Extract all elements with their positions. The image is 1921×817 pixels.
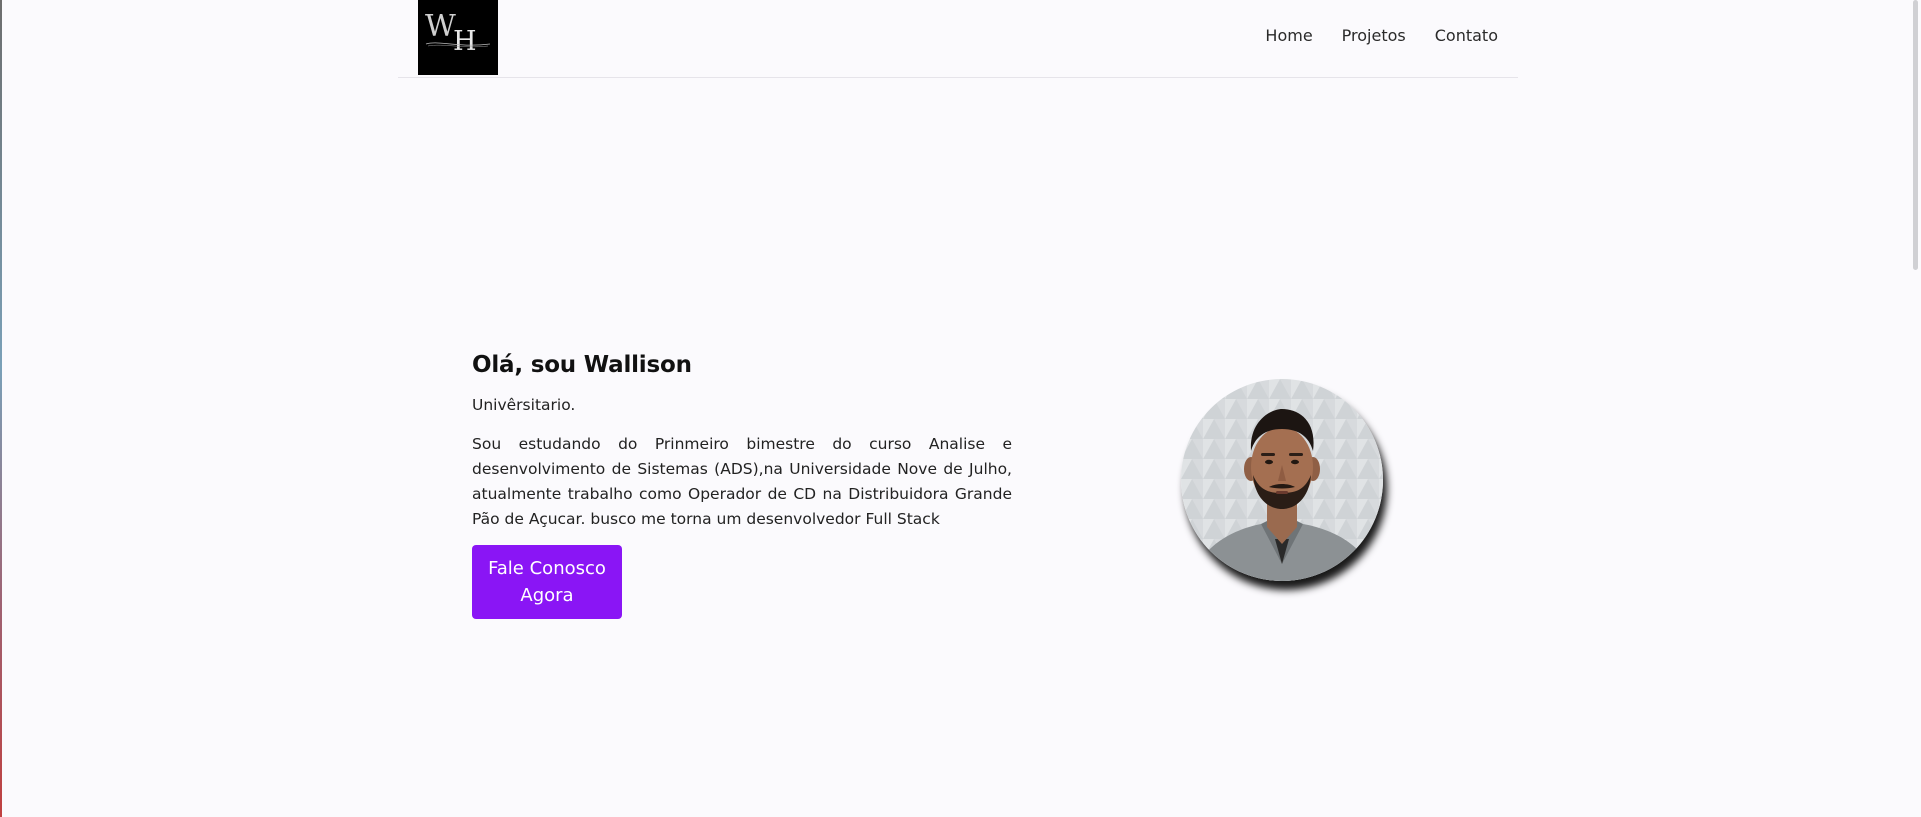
window-edge — [0, 0, 2, 817]
hero-description: Sou estudando do Prinmeiro bimestre do c… — [472, 435, 1012, 528]
page: W H Home Projetos Contato Olá, sou Walli… — [0, 0, 1921, 817]
nav-home-link[interactable]: Home — [1265, 26, 1312, 45]
site-logo[interactable]: W H — [418, 0, 498, 75]
nav-contact-link[interactable]: Contato — [1435, 26, 1498, 45]
wh-logo-icon: W H — [418, 0, 498, 75]
hero-title: Olá, sou Wallison — [472, 352, 692, 378]
svg-text:W: W — [425, 9, 456, 44]
profile-photo — [1181, 379, 1383, 581]
main-nav: Home Projetos Contato — [1265, 26, 1498, 45]
site-header: W H Home Projetos Contato — [398, 0, 1518, 78]
hero-subtitle: Univêrsitario. — [472, 396, 576, 414]
contact-now-button[interactable]: Fale Conosco Agora — [472, 545, 622, 619]
svg-text:H: H — [453, 26, 477, 57]
nav-projects-link[interactable]: Projetos — [1342, 26, 1406, 45]
hero-section: Olá, sou Wallison Univêrsitario. Sou est… — [472, 352, 1012, 619]
scrollbar-thumb[interactable] — [1913, 0, 1918, 270]
profile-avatar — [1181, 379, 1383, 581]
vertical-scrollbar[interactable] — [1909, 0, 1921, 817]
